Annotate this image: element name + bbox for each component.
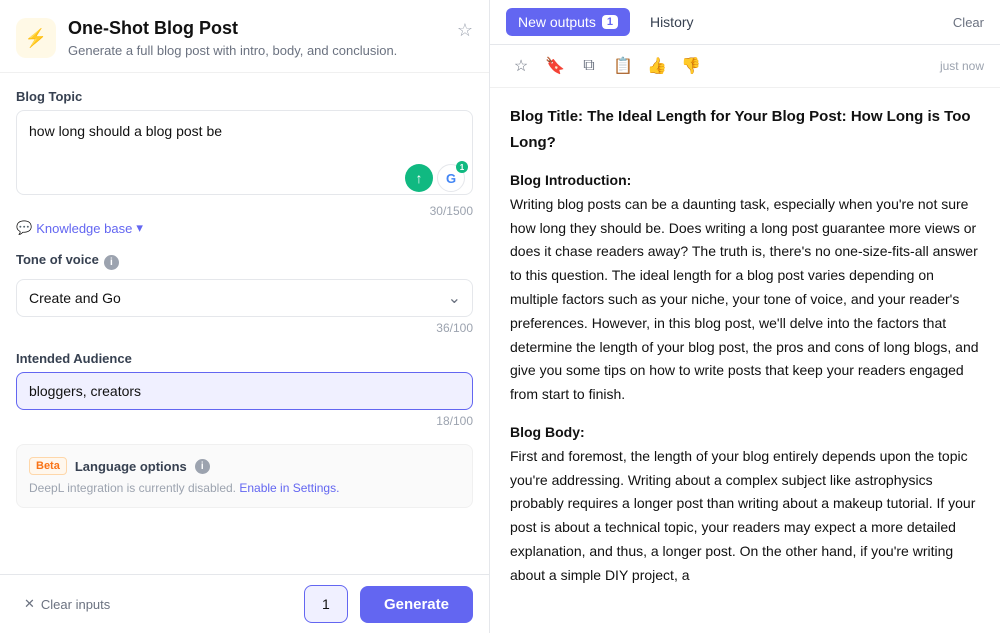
tone-char-count: 36/100 — [16, 321, 473, 335]
thumbs-down-icon[interactable]: 👎 — [676, 51, 706, 81]
deepl-note: DeepL integration is currently disabled.… — [29, 481, 460, 495]
clear-x-icon: ✕ — [24, 596, 35, 612]
intended-audience-label: Intended Audience — [16, 351, 473, 366]
language-header: Beta Language options i — [29, 457, 460, 475]
tone-select[interactable]: Create and Go Professional Casual Friend… — [16, 279, 473, 317]
knowledge-base-icon: 💬 — [16, 220, 32, 236]
language-info-icon[interactable]: i — [195, 459, 210, 474]
intended-audience-char-count: 18/100 — [16, 414, 473, 428]
app-header: ⚡ One-Shot Blog Post Generate a full blo… — [0, 0, 489, 73]
beta-badge: Beta — [29, 457, 67, 475]
quantity-counter[interactable] — [304, 585, 348, 623]
google-g-label: G — [446, 171, 456, 186]
tone-info-icon[interactable]: i — [104, 255, 119, 270]
language-options-title: Language options — [75, 459, 187, 474]
output-tabs-header: New outputs 1 History Clear — [490, 0, 1000, 45]
google-action-button[interactable]: G 1 — [437, 164, 465, 192]
intended-audience-field: Intended Audience 18/100 — [16, 351, 473, 428]
tone-of-voice-field: Tone of voice i Create and Go Profession… — [16, 252, 473, 335]
new-outputs-badge: 1 — [602, 15, 618, 29]
tone-label: Tone of voice — [16, 252, 99, 267]
clear-inputs-label: Clear inputs — [41, 597, 110, 612]
output-toolbar: ☆ 🔖 ⧉ 📋 👍 👎 just now — [490, 45, 1000, 88]
output-body: Blog Body: First and foremost, the lengt… — [510, 421, 980, 588]
header-text: One-Shot Blog Post Generate a full blog … — [68, 18, 445, 58]
intro-body: Writing blog posts can be a daunting tas… — [510, 196, 979, 402]
enhance-button[interactable]: ↑ — [405, 164, 433, 192]
output-timestamp: just now — [940, 59, 984, 73]
blog-topic-label: Blog Topic — [16, 89, 473, 104]
tone-select-wrapper: Create and Go Professional Casual Friend… — [16, 279, 473, 317]
left-panel: ⚡ One-Shot Blog Post Generate a full blo… — [0, 0, 490, 633]
body-text: First and foremost, the length of your b… — [510, 448, 975, 583]
clear-inputs-button[interactable]: ✕ Clear inputs — [16, 590, 118, 618]
app-icon: ⚡ — [16, 18, 56, 58]
right-panel: New outputs 1 History Clear ☆ 🔖 ⧉ 📋 👍 👎 … — [490, 0, 1000, 633]
bookmark-icon[interactable]: 🔖 — [540, 51, 570, 81]
document-icon[interactable]: 📋 — [608, 51, 638, 81]
deepl-settings-link[interactable]: Enable in Settings. — [239, 481, 339, 495]
generate-button[interactable]: Generate — [360, 586, 473, 623]
tab-new-outputs-label: New outputs — [518, 14, 596, 30]
tab-new-outputs[interactable]: New outputs 1 — [506, 8, 630, 36]
blog-topic-wrapper: ↑ G 1 — [16, 110, 473, 200]
copy-icon[interactable]: ⧉ — [574, 51, 604, 81]
app-title: One-Shot Blog Post — [68, 18, 445, 40]
thumbs-up-icon[interactable]: 👍 — [642, 51, 672, 81]
clear-output-button[interactable]: Clear — [953, 15, 984, 30]
textarea-actions: ↑ G 1 — [405, 164, 465, 192]
intended-audience-input[interactable] — [16, 372, 473, 410]
bottom-bar: ✕ Clear inputs Generate — [0, 574, 489, 633]
knowledge-base-label: Knowledge base — [36, 221, 132, 236]
language-section: Beta Language options i DeepL integratio… — [16, 444, 473, 508]
output-content: Blog Title: The Ideal Length for Your Bl… — [490, 88, 1000, 633]
intro-heading: Blog Introduction: — [510, 172, 631, 188]
blog-topic-field: Blog Topic ↑ G 1 30/1500 💬 Knowledge bas… — [16, 89, 473, 236]
tone-label-row: Tone of voice i — [16, 252, 473, 273]
knowledge-base-chevron: ▾ — [136, 220, 143, 236]
output-intro: Blog Introduction: Writing blog posts ca… — [510, 169, 980, 407]
output-title: Blog Title: The Ideal Length for Your Bl… — [510, 104, 980, 155]
favorite-star-icon[interactable]: ☆ — [457, 20, 473, 41]
form-area: Blog Topic ↑ G 1 30/1500 💬 Knowledge bas… — [0, 73, 489, 574]
google-badge: 1 — [456, 161, 468, 173]
body-heading: Blog Body: — [510, 424, 585, 440]
app-subtitle: Generate a full blog post with intro, bo… — [68, 43, 445, 58]
knowledge-base-toggle[interactable]: 💬 Knowledge base ▾ — [16, 220, 473, 236]
star-icon[interactable]: ☆ — [506, 51, 536, 81]
tab-history[interactable]: History — [638, 8, 706, 36]
blog-topic-char-count: 30/1500 — [16, 204, 473, 218]
